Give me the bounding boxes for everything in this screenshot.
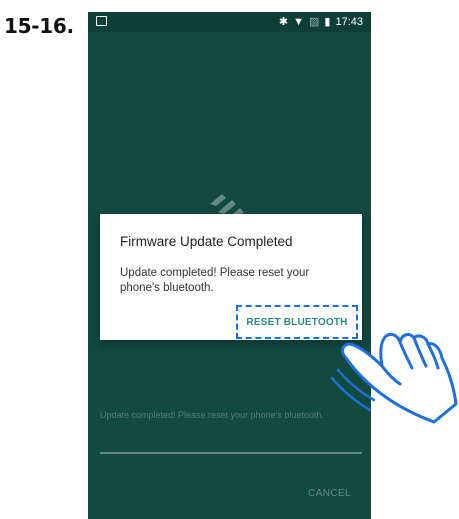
- dialog-title: Firmware Update Completed: [120, 234, 293, 249]
- bluetooth-icon: ✱: [278, 16, 289, 28]
- pointing-hand-icon: [330, 332, 458, 424]
- step-label: 15-16.: [4, 14, 74, 38]
- no-sim-icon: ▨: [309, 16, 320, 28]
- status-icons: ✱ ▼ ▨ ▮ 17:43: [279, 15, 363, 29]
- battery-icon: ▮: [324, 16, 331, 28]
- cancel-button[interactable]: CANCEL: [308, 488, 351, 499]
- firmware-update-dialog: Firmware Update Completed Update complet…: [100, 214, 362, 340]
- status-time: 17:43: [335, 16, 363, 28]
- tutorial-figure: 15-16. ✱ ▼ ▨ ▮ 17:43 Update completed! P…: [0, 0, 459, 519]
- dialog-message: Update completed! Please reset your phon…: [120, 267, 310, 294]
- wifi-icon: ▼: [293, 16, 304, 28]
- image-notification-icon: [96, 16, 107, 26]
- background-status-message: Update completed! Please reset your phon…: [100, 410, 324, 420]
- status-bar: ✱ ▼ ▨ ▮ 17:43: [88, 12, 371, 32]
- background-progress-bar: [100, 452, 362, 454]
